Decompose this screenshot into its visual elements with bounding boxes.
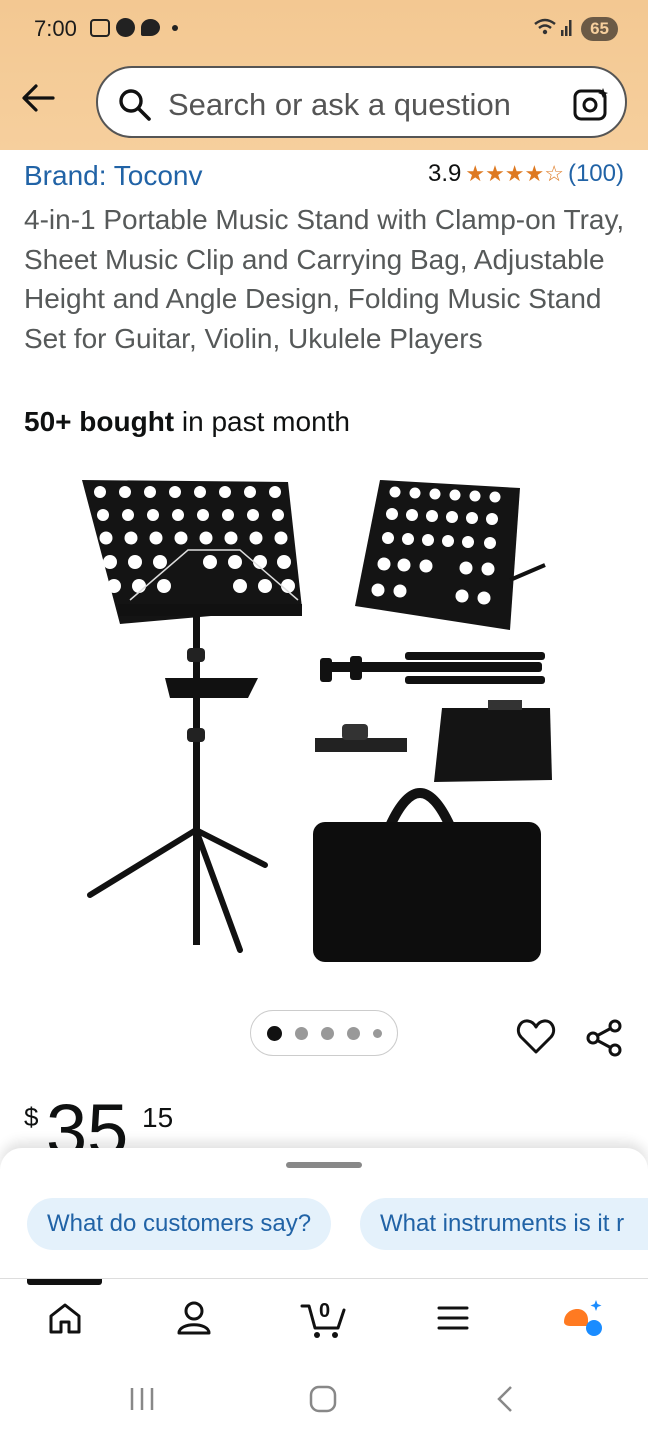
tab-home[interactable] xyxy=(35,1295,95,1345)
suggestion-sheet: What do customers say? What instruments … xyxy=(0,1148,648,1278)
pager-dot-2[interactable] xyxy=(294,1026,308,1040)
sheet-drag-handle[interactable] xyxy=(286,1162,362,1168)
wifi-icon xyxy=(533,16,573,42)
chat-notification-icon xyxy=(141,19,160,36)
product-title: 4-in-1 Portable Music Stand with Clamp-o… xyxy=(24,204,625,354)
wishlist-heart-icon[interactable] xyxy=(516,1018,556,1061)
share-icon[interactable] xyxy=(584,1018,624,1063)
tab-menu[interactable] xyxy=(423,1295,483,1345)
account-icon xyxy=(176,1300,212,1341)
review-count[interactable]: (100) xyxy=(568,160,624,188)
carrying-bag-illustration xyxy=(313,788,541,962)
home-button-icon[interactable] xyxy=(308,1384,338,1419)
rufus-icon xyxy=(560,1298,604,1343)
home-icon xyxy=(48,1302,82,1339)
more-notifications-icon xyxy=(172,24,178,31)
search-bar[interactable]: Search or ask a question xyxy=(96,66,627,138)
pager-dot-4[interactable] xyxy=(346,1026,360,1040)
status-bar: 7:00 65 xyxy=(0,0,648,58)
app-header: 7:00 65 Search or ask a question xyxy=(0,0,648,150)
product-image[interactable] xyxy=(70,470,580,970)
tab-rufus[interactable] xyxy=(552,1295,612,1345)
folded-tripod-illustration xyxy=(320,652,545,684)
bottom-tab-bar: 0 xyxy=(0,1278,648,1364)
brand-link[interactable]: Brand: Toconv xyxy=(24,160,203,192)
search-icon xyxy=(118,88,152,127)
purchase-count-rest: in past month xyxy=(174,406,350,437)
cart-count: 0 xyxy=(319,1300,331,1322)
screenshot-icon xyxy=(90,18,110,37)
suggestion-chip-instruments[interactable]: What instruments is it r xyxy=(360,1198,648,1250)
image-pager[interactable] xyxy=(250,1010,398,1056)
folded-desk-illustration xyxy=(355,480,546,630)
notification-icons xyxy=(90,18,178,37)
tray-illustration xyxy=(434,708,552,782)
sheet-clip-illustration xyxy=(315,738,407,752)
price-fraction: 15 xyxy=(142,1102,174,1133)
selected-tab-indicator xyxy=(27,1279,102,1285)
pager-dot-3[interactable] xyxy=(320,1026,334,1040)
pager-dot-5[interactable] xyxy=(372,1028,382,1038)
system-back-icon[interactable] xyxy=(494,1384,516,1419)
system-indicators: 65 xyxy=(533,16,618,42)
price-currency: $ xyxy=(24,1102,39,1132)
camera-search-icon[interactable] xyxy=(573,86,609,127)
rating-value: 3.9 xyxy=(427,160,462,187)
system-navigation-bar xyxy=(0,1364,648,1440)
suggestion-chip-customers[interactable]: What do customers say? xyxy=(27,1198,332,1250)
tab-cart[interactable]: 0 xyxy=(293,1295,353,1345)
menu-icon xyxy=(437,1305,469,1336)
search-input[interactable]: Search or ask a question xyxy=(168,87,511,123)
tab-account[interactable] xyxy=(164,1295,224,1345)
rating-summary[interactable]: 3.9 ★★★★☆ (100) xyxy=(428,160,624,188)
status-time: 7:00 xyxy=(34,16,77,41)
cart-icon: 0 xyxy=(300,1300,346,1340)
recent-apps-icon[interactable] xyxy=(128,1384,156,1419)
battery-indicator: 65 xyxy=(581,17,618,41)
pager-dot-1[interactable] xyxy=(266,1025,282,1041)
star-rating-icon: ★★★★☆ xyxy=(465,161,564,186)
purchase-count: 50+ bought in past month xyxy=(24,406,350,438)
account-notification-icon xyxy=(116,18,135,37)
back-arrow-icon[interactable] xyxy=(20,80,56,116)
music-stand-illustration xyxy=(82,480,302,953)
purchase-count-bold: 50+ bought xyxy=(24,406,175,437)
